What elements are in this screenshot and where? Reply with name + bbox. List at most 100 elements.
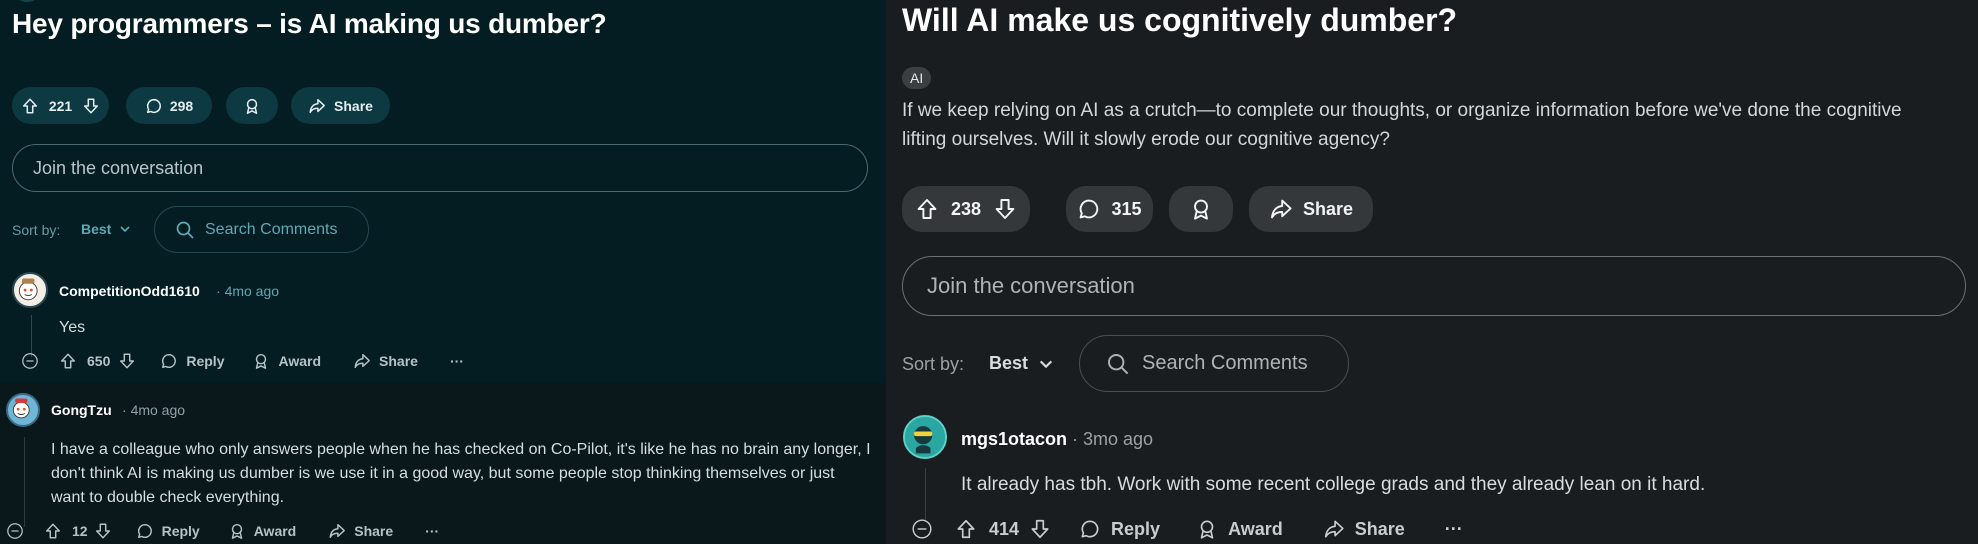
share-button[interactable]: Share — [291, 87, 390, 124]
comment-actions: 650 Reply Award Share ··· — [21, 352, 464, 370]
upvote-icon[interactable] — [955, 518, 977, 540]
avatar[interactable] — [903, 415, 947, 459]
more-options-button[interactable]: ··· — [425, 523, 439, 539]
comment-vote-count: 414 — [989, 518, 1020, 539]
sort-label: Sort by: — [12, 222, 61, 238]
share-icon — [308, 97, 326, 115]
chevron-down-icon — [1038, 356, 1054, 372]
reply-button[interactable]: Reply — [136, 522, 200, 540]
upvote-icon[interactable] — [59, 352, 77, 370]
search-icon — [1106, 352, 1130, 376]
comment-vote-count: 12 — [72, 523, 88, 539]
avatar[interactable] — [6, 393, 40, 427]
award-icon — [1196, 518, 1218, 540]
downvote-icon[interactable] — [94, 522, 112, 540]
downvote-icon[interactable] — [82, 97, 100, 115]
post-body: If we keep relying on AI as a crutch—to … — [902, 100, 1902, 150]
chevron-down-icon — [119, 223, 131, 235]
join-conversation-input[interactable]: Join the conversation — [12, 144, 868, 192]
comment-actions: 12 Reply Award Share ··· — [6, 522, 439, 540]
comment-username[interactable]: CompetitionOdd1610 — [59, 283, 200, 299]
comment-text: Yes — [59, 319, 86, 336]
thread-line[interactable] — [925, 468, 926, 520]
sort-label: Sort by: — [902, 354, 965, 374]
share-icon — [1323, 518, 1345, 540]
left-post-panel: Hey programmers – is AI making us dumber… — [0, 0, 886, 544]
share-button[interactable]: Share — [1323, 518, 1405, 540]
upvote-icon[interactable] — [21, 97, 39, 115]
comments-button[interactable]: 315 — [1066, 186, 1153, 232]
avatar[interactable] — [12, 272, 48, 308]
downvote-icon[interactable] — [118, 352, 136, 370]
reply-button[interactable]: Reply — [1079, 518, 1160, 540]
share-button[interactable]: Share — [328, 522, 393, 540]
award-button[interactable]: Award — [252, 352, 321, 370]
vote-count: 238 — [950, 198, 982, 219]
award-button[interactable] — [226, 87, 278, 124]
vote-control: 221 — [12, 87, 109, 124]
sort-value: Best — [81, 221, 112, 237]
collapse-icon[interactable] — [21, 352, 39, 370]
share-button[interactable]: Share — [353, 352, 418, 370]
right-post-panel: Will AI make us cognitively dumber? AI I… — [886, 0, 1978, 544]
join-conversation-input[interactable]: Join the conversation — [902, 256, 1966, 316]
comment-timestamp: · 4mo ago — [216, 283, 280, 299]
sort-value: Best — [989, 353, 1029, 373]
share-label: Share — [1302, 198, 1354, 219]
search-placeholder: Search Comments — [1142, 352, 1308, 374]
award-button[interactable] — [1169, 186, 1233, 232]
award-icon — [252, 352, 270, 370]
award-icon — [228, 522, 246, 540]
comment-timestamp: · 3mo ago — [1072, 429, 1154, 449]
award-icon — [1189, 197, 1213, 221]
reply-button[interactable]: Reply — [160, 352, 224, 370]
comment-icon — [145, 97, 163, 115]
vote-count: 221 — [48, 97, 73, 114]
reply-icon — [1079, 518, 1101, 540]
upvote-icon[interactable] — [44, 522, 62, 540]
more-options-button[interactable]: ··· — [1445, 519, 1463, 540]
collapse-icon[interactable] — [6, 522, 24, 540]
thread-line[interactable] — [31, 315, 32, 357]
thread-line[interactable] — [24, 437, 25, 527]
post-flair[interactable]: AI — [902, 67, 932, 89]
share-button[interactable]: Share — [1249, 186, 1373, 232]
award-button[interactable]: Award — [228, 522, 296, 540]
post-title: Hey programmers – is AI making us dumber… — [12, 8, 607, 39]
comment-vote-count: 650 — [87, 353, 111, 369]
comment-username[interactable]: GongTzu — [51, 402, 112, 418]
share-icon — [328, 522, 346, 540]
upvote-icon[interactable] — [915, 197, 939, 221]
search-placeholder: Search Comments — [205, 220, 338, 238]
search-comments-input[interactable]: Search Comments — [1079, 335, 1349, 392]
subreddit-avatar[interactable] — [14, 0, 40, 2]
post-title: Will AI make us cognitively dumber? — [902, 2, 1458, 38]
comment-timestamp: · 4mo ago — [122, 402, 186, 418]
vote-control: 238 — [902, 186, 1030, 232]
comment-count: 315 — [1111, 198, 1142, 219]
join-conversation-placeholder: Join the conversation — [33, 157, 204, 178]
reply-icon — [160, 352, 178, 370]
downvote-icon[interactable] — [993, 197, 1017, 221]
sort-dropdown[interactable]: Best — [81, 221, 131, 237]
comment-text: It already has tbh. Work with some recen… — [961, 474, 1706, 495]
comments-button[interactable]: 298 — [126, 87, 212, 124]
more-options-button[interactable]: ··· — [450, 353, 464, 369]
join-conversation-placeholder: Join the conversation — [927, 273, 1135, 298]
search-comments-input[interactable]: Search Comments — [154, 206, 369, 253]
comment-actions: 414 Reply Award Share ··· — [911, 518, 1463, 540]
downvote-icon[interactable] — [1029, 518, 1051, 540]
share-icon — [353, 352, 371, 370]
search-icon — [175, 220, 195, 240]
collapse-icon[interactable] — [911, 518, 933, 540]
comment-text: I have a colleague who only answers peop… — [51, 441, 871, 506]
award-button[interactable]: Award — [1196, 518, 1283, 540]
comment-icon — [1077, 197, 1101, 221]
sort-dropdown[interactable]: Best — [989, 353, 1054, 374]
comment-count: 298 — [169, 97, 194, 114]
share-label: Share — [334, 97, 373, 114]
award-icon — [243, 97, 261, 115]
reply-icon — [136, 522, 154, 540]
share-icon — [1269, 197, 1293, 221]
comment-username[interactable]: mgs1otacon — [961, 429, 1067, 450]
